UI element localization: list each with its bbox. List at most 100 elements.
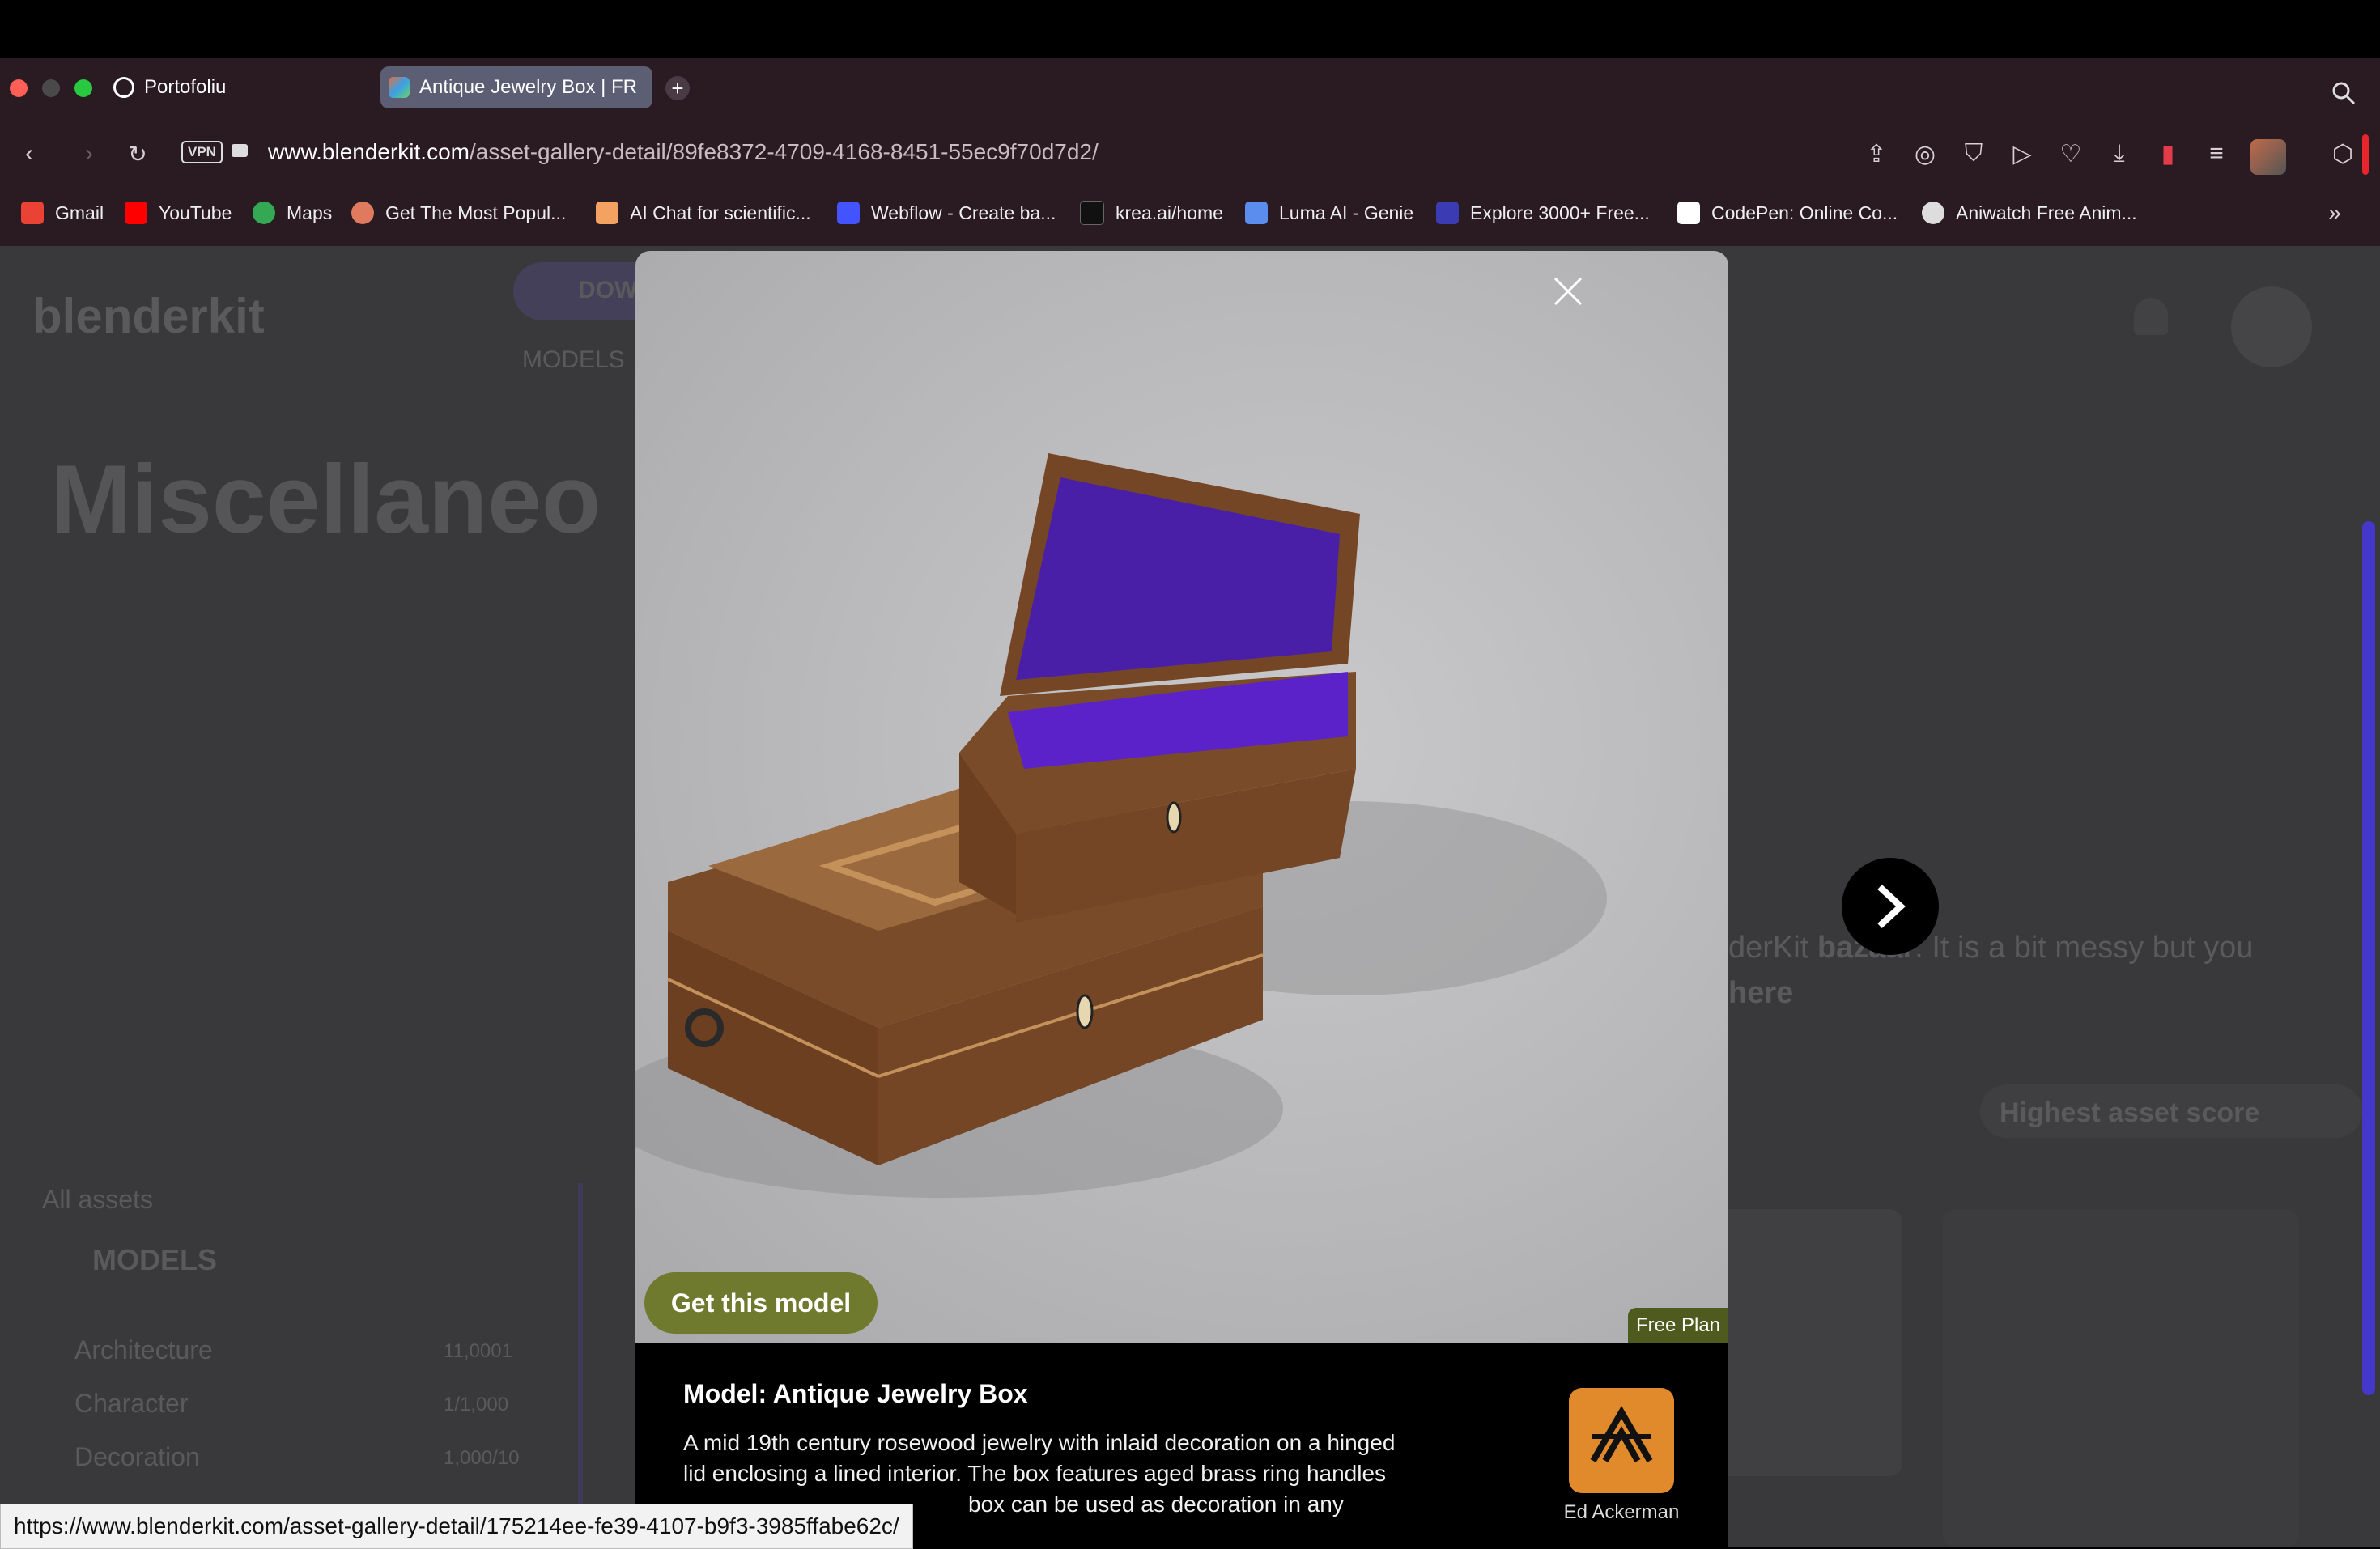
free-plan-badge: Free Plan bbox=[1628, 1308, 1728, 1343]
battery-icon[interactable]: ▮ bbox=[2153, 139, 2182, 168]
category-count: 1/1,000 bbox=[444, 1394, 509, 1415]
bookmark-krea[interactable]: krea.ai/home bbox=[1080, 199, 1223, 227]
download-icon[interactable]: ⤓ bbox=[2105, 139, 2134, 168]
page-scrollbar[interactable] bbox=[2362, 521, 2375, 1395]
tab-portofoliu[interactable]: Portofoliu bbox=[113, 66, 356, 108]
webflow-icon bbox=[837, 202, 860, 224]
bookmark-aniwatch[interactable]: Aniwatch Free Anim... bbox=[1922, 199, 2137, 227]
description-line: lid enclosing a lined interior. The box … bbox=[683, 1461, 1387, 1486]
bookmark-ai-chat[interactable]: AI Chat for scientific... bbox=[596, 199, 811, 227]
status-bar-url: https://www.blenderkit.com/asset-gallery… bbox=[0, 1504, 913, 1549]
page-heading: Miscellaneo bbox=[50, 445, 601, 554]
nav-models[interactable]: MODELS bbox=[522, 346, 625, 374]
sort-label: Highest asset score bbox=[2000, 1097, 2260, 1128]
bookmark-label: CodePen: Online Co... bbox=[1711, 202, 1898, 223]
sort-dropdown[interactable]: Highest asset score bbox=[1980, 1084, 2362, 1138]
url-path: /asset-gallery-detail/89fe8372-4709-4168… bbox=[469, 139, 1099, 164]
bookmark-label: Aniwatch Free Anim... bbox=[1956, 202, 2137, 223]
tab-label: Portofoliu bbox=[144, 76, 227, 98]
lock-icon bbox=[232, 144, 248, 157]
sidebar-indicator bbox=[2362, 134, 2369, 175]
search-icon[interactable] bbox=[2330, 79, 2357, 107]
camera-icon[interactable]: ◎ bbox=[1910, 139, 1940, 168]
bookmark-label: Webflow - Create ba... bbox=[871, 202, 1056, 223]
chevron-right-icon bbox=[1877, 885, 1906, 928]
shield-icon[interactable]: ⛉ bbox=[1959, 139, 1988, 168]
description-line: A mid 19th century rosewood jewelry with… bbox=[683, 1430, 1396, 1455]
minimize-window-button[interactable] bbox=[42, 79, 60, 97]
bookmark-label: AI Chat for scientific... bbox=[630, 202, 811, 223]
extensions-icon[interactable]: ⬡ bbox=[2328, 139, 2357, 168]
asset-card[interactable] bbox=[1943, 1209, 2299, 1547]
bell-icon[interactable] bbox=[2134, 298, 2168, 335]
url-field[interactable]: www.blenderkit.com/asset-gallery-detail/… bbox=[268, 139, 1099, 165]
tab-antique-jewelry-box[interactable]: Antique Jewelry Box | FR bbox=[380, 66, 652, 108]
category-character[interactable]: Character bbox=[74, 1389, 189, 1419]
bookmark-gmail[interactable]: Gmail bbox=[21, 199, 104, 227]
back-icon[interactable]: ‹ bbox=[15, 139, 44, 168]
models-heading: MODELS bbox=[92, 1243, 218, 1276]
category-count: 1,000/10 bbox=[444, 1447, 520, 1469]
zoom-window-button[interactable] bbox=[74, 79, 92, 97]
download-label: DOW bbox=[578, 277, 638, 303]
aniwatch-icon bbox=[1922, 202, 1944, 224]
author-avatar[interactable] bbox=[1569, 1388, 1674, 1493]
bookmark-label: Luma AI - Genie bbox=[1279, 202, 1414, 223]
bookmark-label: Maps bbox=[287, 202, 333, 223]
blenderkit-favicon-icon bbox=[389, 77, 410, 98]
bookmark-label: Get The Most Popul... bbox=[385, 202, 567, 223]
krea-icon bbox=[1080, 201, 1104, 225]
site-icon bbox=[596, 202, 618, 224]
next-button[interactable] bbox=[1842, 858, 1939, 955]
reload-icon[interactable]: ↻ bbox=[123, 139, 152, 168]
profile-avatar[interactable] bbox=[2250, 139, 2286, 175]
user-avatar[interactable] bbox=[2231, 286, 2312, 367]
forward-icon[interactable]: › bbox=[74, 139, 104, 168]
bookmark-webflow[interactable]: Webflow - Create ba... bbox=[837, 199, 1056, 227]
get-this-model-button[interactable]: Get this model bbox=[644, 1272, 878, 1334]
asset-title: Model: Antique Jewelry Box bbox=[683, 1379, 1028, 1408]
tab-label: Antique Jewelry Box | FR bbox=[419, 76, 638, 98]
author-logo-icon bbox=[1590, 1406, 1653, 1463]
share-icon[interactable]: ⇪ bbox=[1862, 139, 1891, 168]
youtube-icon bbox=[125, 202, 147, 224]
tab-bar bbox=[0, 58, 2380, 128]
bookmark-label: YouTube bbox=[159, 202, 232, 223]
globe-icon bbox=[113, 77, 134, 98]
menu-icon[interactable]: ≡ bbox=[2202, 139, 2231, 168]
codepen-icon bbox=[1677, 202, 1700, 224]
vpn-badge[interactable]: VPN bbox=[181, 141, 223, 163]
category-architecture[interactable]: Architecture bbox=[74, 1335, 213, 1365]
maps-icon bbox=[253, 202, 275, 224]
bookmark-get-most-popular[interactable]: Get The Most Popul... bbox=[351, 199, 566, 227]
chevron-double-right-icon[interactable]: » bbox=[2320, 199, 2349, 227]
plus-icon[interactable]: + bbox=[665, 76, 690, 100]
bookmark-label: Explore 3000+ Free... bbox=[1470, 202, 1650, 223]
bookmark-maps[interactable]: Maps bbox=[253, 199, 332, 227]
asset-preview-image: Get this model Free Plan bbox=[635, 251, 1728, 1343]
category-count: 11,0001 bbox=[444, 1340, 512, 1362]
toolbar-icons: ⇪ ◎ ⛉ ▷ ♡ ⤓ ▮ ≡ ⬡ bbox=[1862, 139, 2357, 175]
play-icon[interactable]: ▷ bbox=[2008, 139, 2037, 168]
bookmark-luma[interactable]: Luma AI - Genie bbox=[1245, 199, 1413, 227]
gmail-icon bbox=[21, 202, 44, 224]
bookmark-label: Gmail bbox=[55, 202, 104, 223]
category-decoration[interactable]: Decoration bbox=[74, 1442, 200, 1472]
bookmark-explore[interactable]: Explore 3000+ Free... bbox=[1436, 199, 1650, 227]
screen-top-bar bbox=[0, 0, 2380, 58]
jewelry-box-render bbox=[635, 453, 1607, 1198]
bookmark-codepen[interactable]: CodePen: Online Co... bbox=[1677, 199, 1898, 227]
close-icon[interactable] bbox=[1550, 274, 1586, 309]
blenderkit-logo: blenderkit bbox=[32, 289, 265, 343]
ui-icon bbox=[1436, 202, 1459, 224]
url-domain: www.blenderkit.com bbox=[268, 139, 470, 164]
site-icon bbox=[351, 202, 374, 224]
all-assets-link[interactable]: All assets bbox=[42, 1185, 153, 1215]
heart-icon[interactable]: ♡ bbox=[2056, 139, 2085, 168]
bazaar-link[interactable]: here bbox=[1728, 976, 1793, 1011]
close-window-button[interactable] bbox=[10, 79, 28, 97]
author-name[interactable]: Ed Ackerman bbox=[1541, 1501, 1702, 1524]
sidebar-scroll-accent bbox=[578, 1183, 583, 1547]
asset-preview-modal: Get this model Free Plan Model: Antique … bbox=[635, 251, 1939, 1547]
bookmark-youtube[interactable]: YouTube bbox=[125, 199, 232, 227]
